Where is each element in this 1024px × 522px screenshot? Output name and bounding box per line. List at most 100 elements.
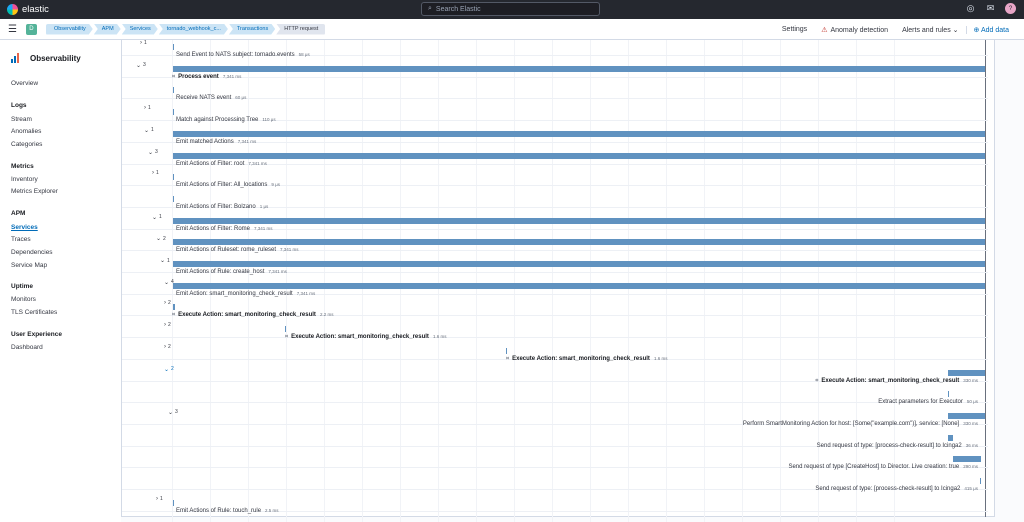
elastic-logo[interactable]: elastic <box>7 4 49 15</box>
sidebar-item-services[interactable]: Services <box>11 224 38 231</box>
span-toggle[interactable]: ⌄ 4 <box>164 279 174 286</box>
span-duration-bar[interactable] <box>173 109 174 116</box>
span-duration-bar[interactable] <box>948 434 953 441</box>
span-toggle[interactable]: ⌄ 2 <box>156 235 166 243</box>
span-duration-bar[interactable] <box>173 195 174 202</box>
span-row[interactable]: ⌄ 1 Emit matched Actions 7,341 ms <box>122 121 988 145</box>
span-duration-bar[interactable] <box>173 239 985 246</box>
sidebar-item-tls-certificates[interactable]: TLS Certificates <box>11 309 57 316</box>
span-row[interactable]: › 1 Emit Actions of Rule: touch_rule 2.5 ms <box>122 490 988 514</box>
span-row[interactable]: › 2 ⌗ Execute Action: smart_monitoring_chec… <box>122 316 988 340</box>
span-row[interactable]: ⌄ 1 Emit Actions of Filter: Rome 7,341 ms <box>122 208 988 232</box>
span-duration-bar[interactable] <box>173 130 985 137</box>
notifications-icon[interactable]: ✉ <box>985 3 996 14</box>
span-row[interactable]: ⌄ 2 ⌗ Execute Action: smart_monitoring_chec… <box>122 360 988 384</box>
span-duration-bar[interactable] <box>173 87 174 94</box>
span-duration-bar[interactable] <box>173 282 985 289</box>
sidebar-item-service-map[interactable]: Service Map <box>11 262 47 269</box>
anomaly-detection-link[interactable]: ⚠ Anomaly detection <box>814 26 895 34</box>
chevron-right-icon: › <box>140 40 142 46</box>
span-row[interactable]: Send request of type [CreateHost] to Dir… <box>122 446 988 470</box>
span-duration-bar[interactable] <box>173 499 174 506</box>
help-icon[interactable]: ◎ <box>965 3 976 14</box>
span-row[interactable]: ⌄ 3 Emit Actions of Filter: root 7,341 ms <box>122 143 988 167</box>
span-row[interactable]: › 2 ⌗ Execute Action: smart_monitoring_chec… <box>122 338 988 362</box>
breadcrumb-item[interactable]: Services <box>122 24 158 35</box>
span-duration-bar[interactable] <box>173 65 985 72</box>
span-toggle[interactable]: › 1 <box>144 105 151 111</box>
span-row[interactable]: Receive NATS event 60 μs <box>122 77 988 101</box>
span-toggle[interactable]: › 1 <box>152 170 159 176</box>
breadcrumb-item[interactable]: HTTP request <box>276 23 326 35</box>
span-row[interactable]: ⌄ 3 ⌗ Process event 7,341 ms <box>122 56 988 80</box>
sidebar-item-dashboard[interactable]: Dashboard <box>11 344 43 351</box>
plus-icon: ⊕ <box>973 26 980 34</box>
child-count: 1 <box>148 105 151 112</box>
span-toggle[interactable]: › 1 <box>140 40 147 46</box>
span-duration-bar[interactable] <box>980 478 981 484</box>
span-duration-bar[interactable] <box>948 412 985 419</box>
chevron-down-icon: ⌄ <box>148 149 154 156</box>
child-count: 1 <box>151 127 154 134</box>
span-toggle[interactable]: ⌄ 3 <box>168 409 178 416</box>
span-row[interactable]: › 1 Send Event to NATS subject: tornado.ev… <box>122 34 988 58</box>
span-duration-bar[interactable] <box>173 174 174 181</box>
span-duration-bar[interactable] <box>173 44 174 50</box>
span-duration-bar[interactable] <box>173 304 175 311</box>
sidebar-item-inventory[interactable]: Inventory <box>11 176 38 183</box>
span-toggle[interactable]: › 2 <box>164 300 171 306</box>
span-row[interactable]: Emit Actions of Filter: Bolzano 1 μs <box>122 186 988 210</box>
sidebar-item-anomalies[interactable]: Anomalies <box>11 128 41 135</box>
sidebar-group-metrics: Metrics <box>11 163 34 170</box>
span-toggle[interactable]: › 2 <box>164 344 171 350</box>
span-duration-bar[interactable] <box>173 261 985 267</box>
alerts-rules-menu[interactable]: Alerts and rules ⌄ <box>895 26 965 34</box>
span-duration-bar[interactable] <box>948 391 949 398</box>
span-toggle[interactable]: ⌄ 1 <box>152 214 162 221</box>
sidebar-item-traces[interactable]: Traces <box>11 236 31 243</box>
span-row[interactable]: › 1 Match against Processing Tree 110 μs <box>122 99 988 123</box>
sidebar-item-monitors[interactable]: Monitors <box>11 296 36 303</box>
span-row[interactable]: ⌄ 4 Emit Action: smart_monitoring_check_re… <box>122 273 988 297</box>
span-duration-bar[interactable] <box>173 217 985 224</box>
span-row[interactable]: Extract parameters for Executor 50 μs <box>122 381 988 405</box>
add-data-link[interactable]: ⊕ Add data <box>965 25 1016 34</box>
span-toggle[interactable]: ⌄ 2 <box>164 366 174 373</box>
span-row[interactable]: ⌄ 3 Perform SmartMonitoring Action for hos… <box>122 403 988 427</box>
search-input[interactable]: ⌕ Search Elastic <box>421 2 600 16</box>
chevron-down-icon: ⌄ <box>168 409 174 416</box>
sidebar-item-stream[interactable]: Stream <box>11 116 32 123</box>
breadcrumb-item[interactable]: tornado_webhook_c... <box>159 24 228 35</box>
span-duration-bar[interactable] <box>953 456 981 463</box>
span-row[interactable]: › 1 Emit Actions of Filter: All_locations 9… <box>122 164 988 188</box>
span-row[interactable]: Send request of type: [process-check-res… <box>122 425 988 449</box>
span-row[interactable]: Send request of type: [process-check-res… <box>122 468 988 492</box>
chevron-down-icon: ⌄ <box>144 127 150 134</box>
sidebar-item-categories[interactable]: Categories <box>11 141 42 148</box>
breadcrumb-item[interactable]: Observability <box>46 24 93 35</box>
breadcrumb-item[interactable]: APM <box>94 24 121 35</box>
sidebar-item-overview[interactable]: Overview <box>11 80 38 87</box>
span-row[interactable]: › 2 ⌗ Execute Action: smart_monitoring_chec… <box>122 294 988 318</box>
span-toggle[interactable]: ⌄ 1 <box>144 127 154 134</box>
logo-text: elastic <box>22 4 49 15</box>
breadcrumb-item[interactable]: Transactions <box>229 24 275 35</box>
span-duration-bar[interactable] <box>173 152 985 159</box>
span-toggle[interactable]: ⌄ 1 <box>160 257 170 265</box>
span-toggle[interactable]: ⌄ 3 <box>148 149 158 156</box>
span-duration-bar[interactable] <box>285 326 286 333</box>
child-count: 1 <box>144 40 147 46</box>
span-row[interactable]: ⌄ 1 Emit Actions of Rule: create_host 7,341… <box>122 251 988 275</box>
avatar[interactable]: ? <box>1005 3 1016 14</box>
span-duration-bar[interactable] <box>948 369 985 376</box>
sidebar-item-metrics-explorer[interactable]: Metrics Explorer <box>11 188 58 195</box>
span-toggle[interactable]: ⌄ 3 <box>136 62 146 69</box>
span-row[interactable]: ⌄ 2 Emit Actions of Ruleset: rome_ruleset 7… <box>122 229 988 253</box>
span-toggle[interactable]: › 1 <box>156 496 163 502</box>
menu-icon[interactable]: ☰ <box>8 24 17 35</box>
span-toggle[interactable]: › 2 <box>164 322 171 328</box>
settings-link[interactable]: Settings <box>775 26 814 33</box>
sidebar-item-dependencies[interactable]: Dependencies <box>11 249 53 256</box>
space-avatar[interactable]: D <box>25 23 37 35</box>
span-duration-bar[interactable] <box>506 347 507 354</box>
